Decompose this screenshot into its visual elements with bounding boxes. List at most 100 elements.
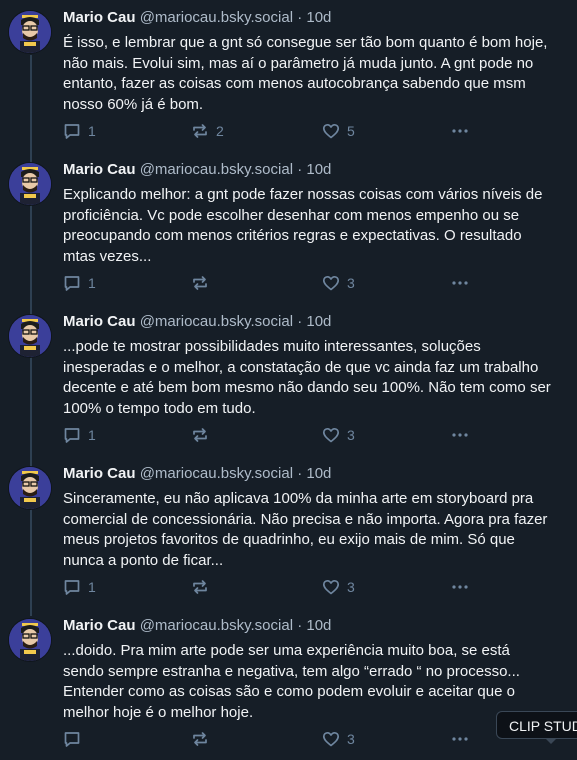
post-actions: 1 3 <box>63 425 483 445</box>
tooltip: CLIP STUDIO <box>496 711 577 739</box>
repost-button[interactable] <box>191 273 216 293</box>
post-time[interactable]: 10d <box>306 161 331 178</box>
avatar[interactable] <box>9 11 51 53</box>
heart-icon <box>322 275 340 291</box>
reply-button[interactable]: 1 <box>63 577 96 597</box>
post-actions: 3 <box>63 729 483 749</box>
more-options-button[interactable] <box>451 273 469 293</box>
separator: · <box>297 161 303 178</box>
ellipsis-icon <box>452 129 468 133</box>
post-header: Mario Cau @mariocau.bsky.social · 10d <box>63 312 331 332</box>
reply-button[interactable]: 1 <box>63 273 96 293</box>
speech-bubble-icon <box>64 428 80 443</box>
thread-line <box>30 55 32 152</box>
author-handle[interactable]: @mariocau.bsky.social <box>140 617 293 634</box>
speech-bubble-icon <box>64 580 80 595</box>
post-text: É isso, e lembrar que a gnt só consegue … <box>63 34 548 113</box>
post-actions: 1 3 <box>63 273 483 293</box>
heart-icon <box>322 579 340 595</box>
author-name[interactable]: Mario Cau <box>63 161 136 178</box>
post-header: Mario Cau @mariocau.bsky.social · 10d <box>63 464 331 484</box>
post-header: Mario Cau @mariocau.bsky.social · 10d <box>63 616 331 636</box>
reply-button[interactable]: 1 <box>63 121 96 141</box>
repost-arrows-icon <box>193 276 207 290</box>
post-actions: 1 3 <box>63 577 483 597</box>
author-handle[interactable]: @mariocau.bsky.social <box>140 465 293 482</box>
reply-button[interactable]: 1 <box>63 425 96 445</box>
heart-icon <box>322 427 340 443</box>
avatar-image <box>9 163 51 205</box>
avatar[interactable] <box>9 163 51 205</box>
more-options-button[interactable] <box>451 121 469 141</box>
post-text: ...doido. Pra mim arte pode ser uma expe… <box>63 642 520 721</box>
reply-count: 1 <box>88 123 96 139</box>
repost-button[interactable] <box>191 425 216 445</box>
author-handle[interactable]: @mariocau.bsky.social <box>140 9 293 26</box>
post[interactable]: Mario Cau @mariocau.bsky.social · 10d ..… <box>0 304 577 456</box>
author-name[interactable]: Mario Cau <box>63 313 136 330</box>
tooltip-arrow <box>545 738 557 744</box>
repost-button[interactable] <box>191 729 216 749</box>
repost-button[interactable] <box>191 577 216 597</box>
repost-count: 2 <box>216 123 224 139</box>
author-name[interactable]: Mario Cau <box>63 9 136 26</box>
post-header: Mario Cau @mariocau.bsky.social · 10d <box>63 160 331 180</box>
like-button[interactable]: 3 <box>322 577 355 597</box>
speech-bubble-icon <box>64 732 80 747</box>
avatar[interactable] <box>9 619 51 661</box>
like-button[interactable]: 5 <box>322 121 355 141</box>
post-text: ...pode te mostrar possibilidades muito … <box>63 338 551 417</box>
author-handle[interactable]: @mariocau.bsky.social <box>140 313 293 330</box>
separator: · <box>297 313 303 330</box>
tooltip-text: CLIP STUDIO <box>509 718 577 734</box>
repost-arrows-icon <box>193 732 207 746</box>
avatar-image <box>9 619 51 661</box>
repost-button[interactable]: 2 <box>191 121 224 141</box>
repost-arrows-icon <box>193 124 207 138</box>
speech-bubble-icon <box>64 124 80 139</box>
ellipsis-icon <box>452 433 468 437</box>
like-button[interactable]: 3 <box>322 273 355 293</box>
author-name[interactable]: Mario Cau <box>63 465 136 482</box>
separator: · <box>297 617 303 634</box>
avatar[interactable] <box>9 467 51 509</box>
like-count: 3 <box>347 275 355 291</box>
avatar[interactable] <box>9 315 51 357</box>
like-button[interactable]: 3 <box>322 425 355 445</box>
ellipsis-icon <box>452 737 468 741</box>
post[interactable]: Mario Cau @mariocau.bsky.social · 10d É … <box>0 0 577 152</box>
post-time[interactable]: 10d <box>306 617 331 634</box>
post[interactable]: Mario Cau @mariocau.bsky.social · 10d Ex… <box>0 152 577 304</box>
more-options-button[interactable] <box>451 577 469 597</box>
post-text: Sinceramente, eu não aplicava 100% da mi… <box>63 490 548 569</box>
repost-arrows-icon <box>193 580 207 594</box>
post-time[interactable]: 10d <box>306 9 331 26</box>
post-time[interactable]: 10d <box>306 313 331 330</box>
post-text: Explicando melhor: a gnt pode fazer noss… <box>63 186 543 265</box>
speech-bubble-icon <box>64 276 80 291</box>
like-button[interactable]: 3 <box>322 729 355 749</box>
more-options-button[interactable] <box>451 729 469 749</box>
like-count: 3 <box>347 579 355 595</box>
more-options-button[interactable] <box>451 425 469 445</box>
post-header: Mario Cau @mariocau.bsky.social · 10d <box>63 8 331 28</box>
ellipsis-icon <box>452 585 468 589</box>
heart-icon <box>322 123 340 139</box>
thread: Mario Cau @mariocau.bsky.social · 10d É … <box>0 0 577 760</box>
author-handle[interactable]: @mariocau.bsky.social <box>140 161 293 178</box>
reply-count: 1 <box>88 275 96 291</box>
reply-count: 1 <box>88 427 96 443</box>
reply-button[interactable] <box>63 729 88 749</box>
ellipsis-icon <box>452 281 468 285</box>
post[interactable]: Mario Cau @mariocau.bsky.social · 10d Si… <box>0 456 577 608</box>
author-name[interactable]: Mario Cau <box>63 617 136 634</box>
reply-count: 1 <box>88 579 96 595</box>
like-count: 3 <box>347 427 355 443</box>
heart-icon <box>322 731 340 747</box>
like-count: 3 <box>347 731 355 747</box>
avatar-image <box>9 11 51 53</box>
separator: · <box>297 9 303 26</box>
post-time[interactable]: 10d <box>306 465 331 482</box>
post[interactable]: Mario Cau @mariocau.bsky.social · 10d ..… <box>0 608 577 760</box>
repost-arrows-icon <box>193 428 207 442</box>
